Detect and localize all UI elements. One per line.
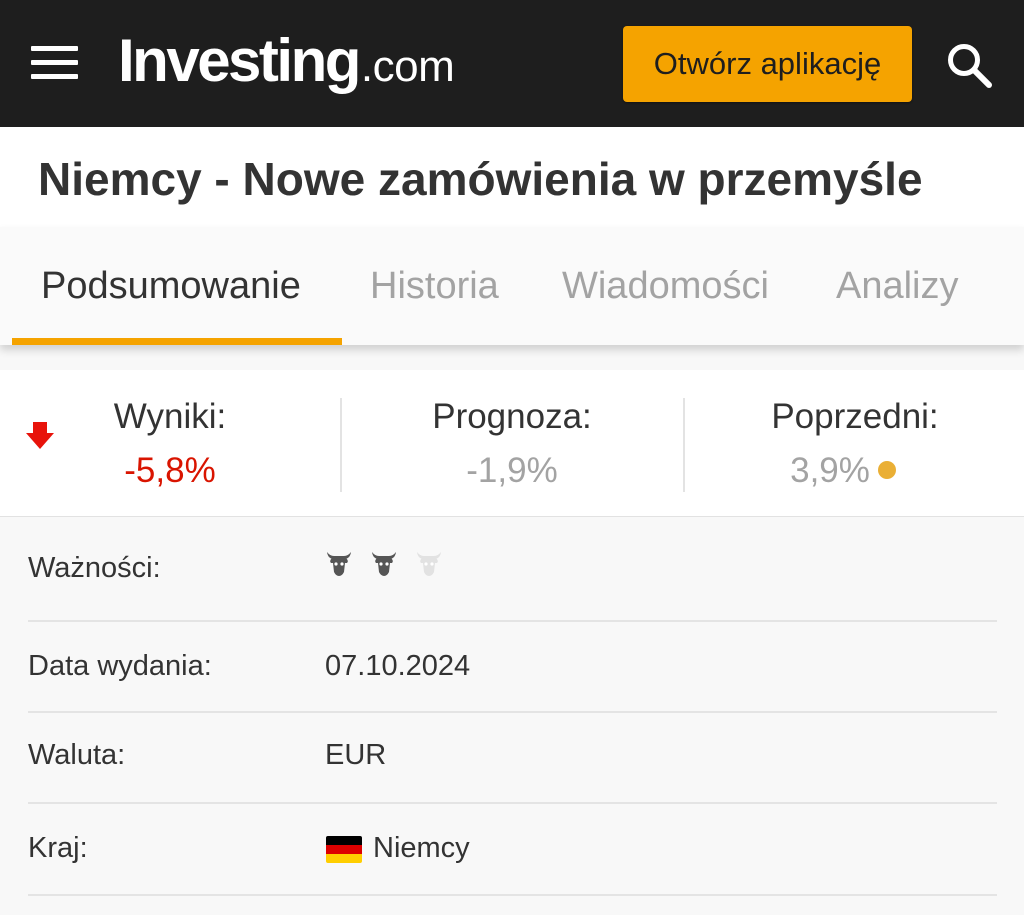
stat-divider <box>340 398 342 492</box>
country-label: Kraj: <box>28 832 88 864</box>
currency-value: EUR <box>325 739 387 771</box>
arrow-down-icon <box>24 420 56 452</box>
detail-row-release-date: Data wydania: 07.10.2024 <box>28 622 997 713</box>
stat-previous-value-wrap: 3,9% <box>703 450 983 492</box>
stat-actual-value: -5,8% <box>124 451 216 490</box>
stat-previous: Poprzedni: 3,9% <box>715 370 995 517</box>
stat-actual-label: Wyniki: <box>113 397 227 436</box>
importance-label: Ważności: <box>28 552 161 584</box>
currency-label: Waluta: <box>28 739 126 771</box>
stat-forecast: Prognoza: -1,9% <box>362 370 662 517</box>
stat-divider <box>683 398 685 492</box>
stat-previous-value: 3,9% <box>790 451 870 490</box>
stat-actual: Wyniki: -5,8% <box>70 370 270 517</box>
bull-icon <box>372 552 396 576</box>
bull-icon <box>327 552 351 576</box>
top-nav-bar: Investing .com Otwórz aplikację <box>0 0 1024 127</box>
search-icon[interactable] <box>944 40 996 92</box>
revision-dot-icon[interactable] <box>877 460 896 479</box>
importance-rating <box>325 548 443 578</box>
stat-forecast-label: Prognoza: <box>432 397 592 436</box>
tab-wiadomosci[interactable]: Wiadomości <box>562 227 769 345</box>
active-tab-indicator <box>12 338 342 345</box>
investing-logo[interactable]: Investing .com <box>118 26 455 96</box>
bull-icon <box>417 552 441 576</box>
stat-previous-label: Poprzedni: <box>771 397 939 436</box>
stat-forecast-value: -1,9% <box>466 451 558 490</box>
logo-suffix-text: .com <box>360 42 455 91</box>
country-value[interactable]: Niemcy <box>373 832 470 865</box>
tab-analizy[interactable]: Analizy <box>836 227 959 345</box>
release-date-label: Data wydania: <box>28 650 212 682</box>
title-section: Niemcy - Nowe zamówienia w przemyśle <box>0 127 1024 227</box>
event-details: Ważności: Data wydania: 07.10.2024 Walut… <box>0 518 1024 915</box>
tab-historia[interactable]: Historia <box>370 227 499 345</box>
germany-flag-icon <box>326 836 362 863</box>
detail-row-country: Kraj: Niemcy <box>28 804 997 896</box>
page-title: Niemcy - Nowe zamówienia w przemyśle <box>38 153 923 205</box>
hamburger-menu-icon[interactable] <box>31 46 78 79</box>
logo-main-text: Investing <box>118 27 361 94</box>
tab-bar: Podsumowanie Historia Wiadomości Analizy <box>0 227 1024 345</box>
tab-podsumowanie[interactable]: Podsumowanie <box>41 227 301 345</box>
open-app-button[interactable]: Otwórz aplikację <box>623 26 912 102</box>
detail-row-importance: Ważności: <box>28 518 997 622</box>
release-date-value: 07.10.2024 <box>325 650 471 682</box>
detail-row-currency: Waluta: EUR <box>28 713 997 804</box>
stats-strip: Wyniki: -5,8% Prognoza: -1,9% Poprzedni:… <box>0 370 1024 517</box>
